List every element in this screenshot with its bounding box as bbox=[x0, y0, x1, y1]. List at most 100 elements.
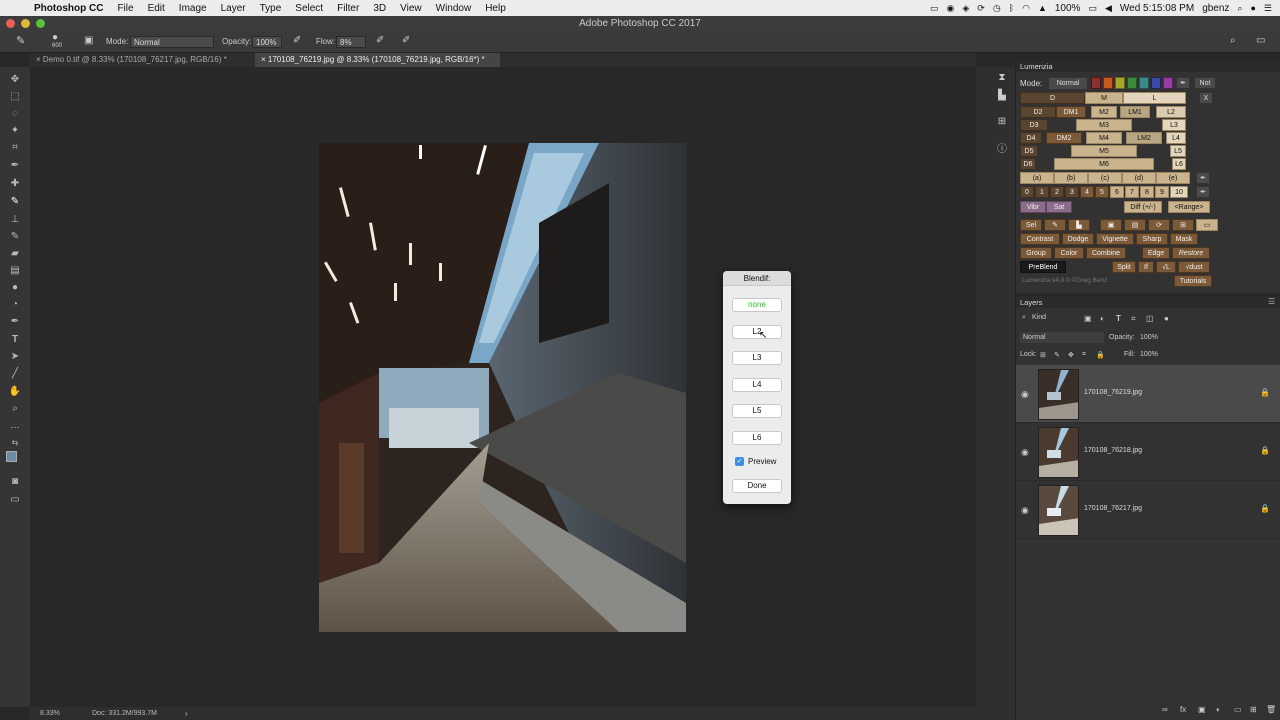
layer-row[interactable]: ◉ 170108_76217.jpg 🔒 bbox=[1016, 481, 1280, 539]
path-selection-tool-icon[interactable]: ➤ bbox=[8, 350, 22, 364]
wifi-icon[interactable]: ◠ bbox=[1022, 3, 1030, 14]
menu-type[interactable]: Type bbox=[253, 3, 289, 14]
history-brush-tool-icon[interactable]: ✎ bbox=[8, 230, 22, 244]
lumenzia-d4-button[interactable]: D4 bbox=[1020, 132, 1042, 144]
menu-layer[interactable]: Layer bbox=[214, 3, 253, 14]
lumenzia-num-9[interactable]: 9 bbox=[1155, 186, 1169, 198]
lumenzia-num-2[interactable]: 2 bbox=[1050, 186, 1064, 198]
move-tool-icon[interactable]: ✥ bbox=[8, 73, 22, 87]
lumenzia-m4-button[interactable]: M4 bbox=[1086, 132, 1122, 144]
zoom-window-button[interactable] bbox=[36, 19, 45, 28]
pen-tool-icon[interactable]: ✒ bbox=[8, 315, 22, 329]
lumenzia-combine-button[interactable]: Combine bbox=[1086, 247, 1126, 259]
lumenzia-zone-c-button[interactable]: (c) bbox=[1088, 172, 1122, 184]
menubar-clock[interactable]: Wed 5:15:08 PM bbox=[1120, 3, 1194, 14]
lumenzia-grid-icon[interactable]: ⊞ bbox=[1172, 219, 1194, 231]
blendif-l6-button[interactable]: L6 bbox=[732, 431, 782, 445]
filter-adjustment-icon[interactable]: ◐ bbox=[1100, 314, 1105, 323]
menu-window[interactable]: Window bbox=[429, 3, 479, 14]
histogram-panel-icon[interactable]: ▙ bbox=[995, 89, 1009, 103]
time-machine-icon[interactable]: ◷ bbox=[993, 3, 1001, 14]
app-menu[interactable]: Photoshop CC bbox=[30, 3, 110, 14]
lumenzia-num-7[interactable]: 7 bbox=[1125, 186, 1139, 198]
document-photo[interactable] bbox=[319, 143, 686, 632]
lumenzia-m-button[interactable]: M bbox=[1085, 92, 1123, 104]
new-group-icon[interactable]: ▭ bbox=[1234, 705, 1242, 714]
lumenzia-d6-button[interactable]: D6 bbox=[1020, 158, 1036, 170]
lumenzia-sat-button[interactable]: Sat bbox=[1046, 201, 1072, 213]
lumenzia-split-button[interactable]: Split bbox=[1112, 261, 1136, 273]
pressure-size-icon[interactable]: ✐ bbox=[402, 35, 410, 46]
lumenzia-eyedropper-icon[interactable]: ✒ bbox=[1176, 77, 1190, 89]
visibility-eye-icon[interactable]: ◉ bbox=[1021, 389, 1029, 400]
lumenzia-preview-icon[interactable]: ▭ bbox=[1196, 219, 1218, 231]
swap-colors-icon[interactable]: ⇆ bbox=[8, 436, 22, 450]
lumenzia-l4-button[interactable]: L4 bbox=[1166, 132, 1186, 144]
blendif-l2-button[interactable]: L2 bbox=[732, 325, 782, 339]
tab-active-document[interactable]: × 170108_76219.jpg @ 8.33% (170108_76219… bbox=[255, 53, 500, 67]
lumenzia-l5-button[interactable]: L5 bbox=[1170, 145, 1186, 157]
menubar-user[interactable]: gbenz bbox=[1202, 3, 1229, 14]
quick-mask-icon[interactable]: ◙ bbox=[8, 475, 22, 489]
lumenzia-dodge-button[interactable]: Dodge bbox=[1062, 233, 1094, 245]
new-layer-icon[interactable]: ⊞ bbox=[1250, 705, 1257, 714]
lumenzia-l-button[interactable]: L bbox=[1123, 92, 1186, 104]
layer-opacity-input[interactable]: 100% bbox=[1140, 334, 1158, 341]
lumenzia-range-button[interactable]: <Range> bbox=[1168, 201, 1210, 213]
menu-filter[interactable]: Filter bbox=[330, 3, 366, 14]
marquee-tool-icon[interactable]: ⬚ bbox=[8, 90, 22, 104]
layer-name[interactable]: 170108_76219.jpg bbox=[1084, 389, 1142, 396]
line-tool-icon[interactable]: ╱ bbox=[8, 367, 22, 381]
lasso-tool-icon[interactable]: ◌ bbox=[8, 107, 22, 121]
brush-tool-icon[interactable]: ✎ bbox=[16, 34, 25, 47]
lumenzia-d2-button[interactable]: D2 bbox=[1020, 106, 1056, 118]
lumenzia-num-4[interactable]: 4 bbox=[1080, 186, 1094, 198]
menu-file[interactable]: File bbox=[110, 3, 140, 14]
layer-style-icon[interactable]: fx bbox=[1180, 705, 1186, 714]
lumenzia-zone-eyedropper-icon[interactable]: ✒ bbox=[1196, 172, 1210, 184]
menu-3d[interactable]: 3D bbox=[366, 3, 393, 14]
lumenzia-m5-button[interactable]: M5 bbox=[1071, 145, 1137, 157]
flow-input[interactable]: 8% bbox=[336, 36, 366, 48]
blendif-l4-button[interactable]: L4 bbox=[732, 378, 782, 392]
volume-icon[interactable]: ◀ bbox=[1105, 3, 1112, 14]
filter-pixel-icon[interactable]: ▣ bbox=[1084, 314, 1092, 323]
dodge-tool-icon[interactable]: ◔ bbox=[8, 298, 22, 312]
blur-tool-icon[interactable]: ● bbox=[8, 281, 22, 295]
lumenzia-zone-a-button[interactable]: (a) bbox=[1020, 172, 1054, 184]
lumenzia-histogram-icon[interactable]: ▙ bbox=[1068, 219, 1090, 231]
color-swatch-cyan[interactable] bbox=[1139, 77, 1149, 89]
pressure-opacity-icon[interactable]: ✐ bbox=[293, 35, 301, 46]
color-swatch-orange[interactable] bbox=[1103, 77, 1113, 89]
status-menu-arrow-icon[interactable]: › bbox=[185, 709, 188, 718]
eraser-tool-icon[interactable]: ▰ bbox=[8, 247, 22, 261]
blendif-l3-button[interactable]: L3 bbox=[732, 351, 782, 365]
preview-checkbox[interactable]: ✓ bbox=[735, 457, 744, 466]
lock-all-icon[interactable]: 🔒 bbox=[1096, 351, 1105, 359]
color-swatch-red[interactable] bbox=[1091, 77, 1101, 89]
opacity-input[interactable]: 100% bbox=[252, 36, 282, 48]
visibility-eye-icon[interactable]: ◉ bbox=[1021, 505, 1029, 516]
spotlight-search-icon[interactable]: ⌕ bbox=[1237, 3, 1242, 14]
display-icon[interactable]: ▭ bbox=[930, 3, 939, 14]
crop-tool-icon[interactable]: ⌗ bbox=[8, 141, 22, 155]
close-window-button[interactable] bbox=[6, 19, 15, 28]
lumenzia-m6-button[interactable]: M6 bbox=[1054, 158, 1154, 170]
siri-icon[interactable]: ● bbox=[1250, 3, 1255, 13]
lumenzia-num-5[interactable]: 5 bbox=[1095, 186, 1109, 198]
lock-image-icon[interactable]: ✎ bbox=[1054, 351, 1060, 359]
color-swatch-blue[interactable] bbox=[1151, 77, 1161, 89]
lumenzia-if-button[interactable]: If bbox=[1138, 261, 1154, 273]
lumenzia-sync-icon[interactable]: ⟳ bbox=[1148, 219, 1170, 231]
info-panel-icon[interactable]: ⓘ bbox=[995, 143, 1009, 157]
lumenzia-num-0[interactable]: 0 bbox=[1020, 186, 1034, 198]
lumenzia-d-button[interactable]: D bbox=[1020, 92, 1085, 104]
screen-mode-icon[interactable]: ▭ bbox=[8, 493, 22, 507]
menu-edit[interactable]: Edit bbox=[141, 3, 172, 14]
menu-help[interactable]: Help bbox=[478, 3, 513, 14]
lumenzia-close-button[interactable]: X bbox=[1199, 92, 1213, 104]
notification-center-icon[interactable]: ☰ bbox=[1264, 3, 1272, 14]
lumenzia-contrast-button[interactable]: Contrast bbox=[1020, 233, 1060, 245]
lumenzia-zone-e-button[interactable]: (e) bbox=[1156, 172, 1190, 184]
lumenzia-tutorials-button[interactable]: Tutorials bbox=[1174, 275, 1212, 287]
